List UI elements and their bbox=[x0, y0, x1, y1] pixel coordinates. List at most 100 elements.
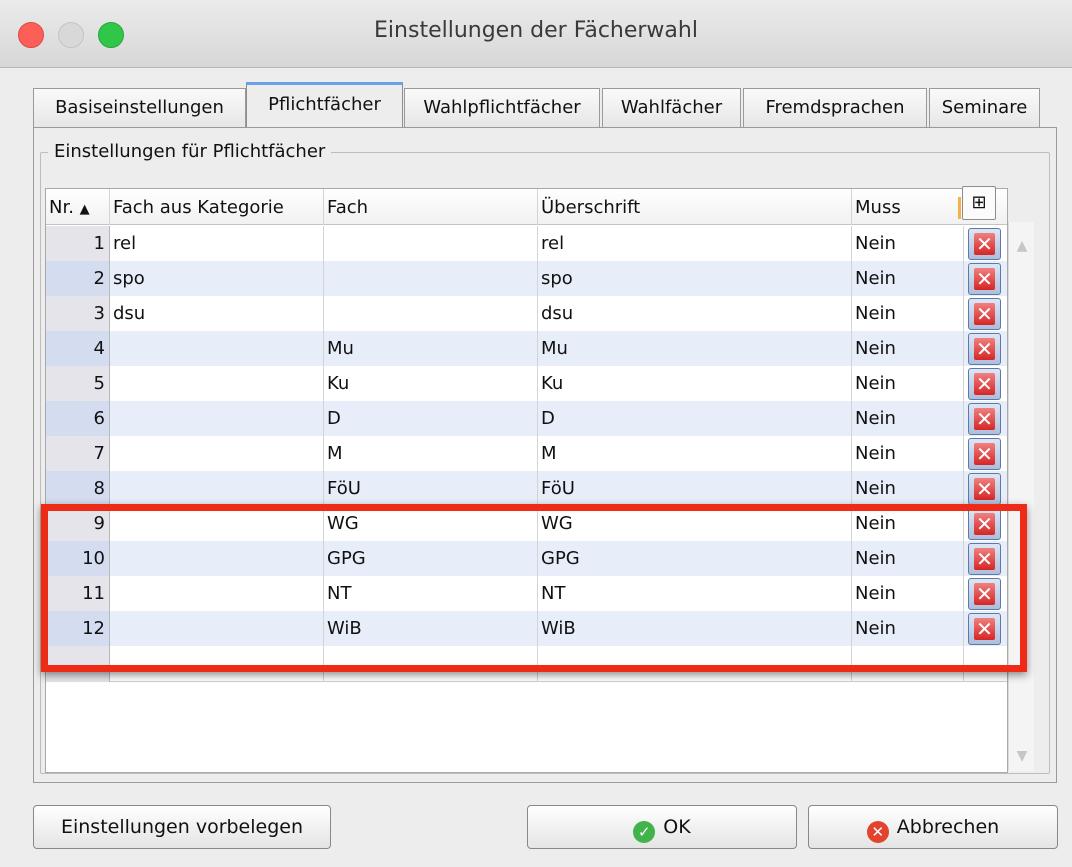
cell-muss[interactable]: Nein bbox=[852, 366, 964, 402]
column-header-ueberschrift[interactable]: Überschrift bbox=[538, 189, 852, 225]
delete-row-button[interactable]: ✕ bbox=[968, 333, 1001, 365]
cell-fach[interactable]: Mu bbox=[324, 331, 538, 367]
cell-fach[interactable]: D bbox=[324, 401, 538, 437]
cell-nr[interactable]: 8 bbox=[46, 471, 110, 507]
column-header-kategorie[interactable]: Fach aus Kategorie bbox=[110, 189, 324, 225]
cell-fach[interactable]: Ku bbox=[324, 366, 538, 402]
cell-ueberschrift[interactable]: dsu bbox=[538, 296, 852, 332]
table-row[interactable]: 10 GPG GPG Nein ✕ bbox=[46, 541, 1007, 577]
cell-ueberschrift[interactable]: FöU bbox=[538, 471, 852, 507]
table-row[interactable]: 6 D D Nein ✕ bbox=[46, 401, 1007, 437]
cell-muss[interactable]: Nein bbox=[852, 576, 964, 612]
cell-muss[interactable]: Nein bbox=[852, 541, 964, 577]
tab-pflichtfaecher[interactable]: Pflichtfächer bbox=[246, 82, 403, 128]
cell-muss[interactable]: Nein bbox=[852, 436, 964, 472]
cell-fach[interactable] bbox=[324, 296, 538, 332]
cell-muss[interactable]: Nein bbox=[852, 331, 964, 367]
preset-settings-button[interactable]: Einstellungen vorbelegen bbox=[33, 805, 331, 849]
cell-ueberschrift[interactable]: D bbox=[538, 401, 852, 437]
cell-nr[interactable]: 11 bbox=[46, 576, 110, 612]
cell-kategorie[interactable]: rel bbox=[110, 226, 324, 262]
table-row[interactable]: 5 Ku Ku Nein ✕ bbox=[46, 366, 1007, 402]
cell-empty[interactable] bbox=[852, 646, 964, 682]
delete-row-button[interactable]: ✕ bbox=[968, 613, 1001, 645]
cell-kategorie[interactable] bbox=[110, 541, 324, 577]
scroll-down-icon[interactable]: ▼ bbox=[1013, 748, 1031, 766]
column-header-fach[interactable]: Fach bbox=[324, 189, 538, 225]
delete-row-button[interactable]: ✕ bbox=[968, 298, 1001, 330]
cell-ueberschrift[interactable]: spo bbox=[538, 261, 852, 297]
cell-muss[interactable]: Nein bbox=[852, 296, 964, 332]
cell-kategorie[interactable]: dsu bbox=[110, 296, 324, 332]
cell-fach[interactable]: WiB bbox=[324, 611, 538, 647]
cell-kategorie[interactable] bbox=[110, 401, 324, 437]
cell-nr[interactable]: 3 bbox=[46, 296, 110, 332]
table-row[interactable]: 8 FöU FöU Nein ✕ bbox=[46, 471, 1007, 507]
table-row[interactable]: 11 NT NT Nein ✕ bbox=[46, 576, 1007, 612]
table-row[interactable]: 1 rel rel Nein ✕ bbox=[46, 226, 1007, 262]
cell-fach[interactable] bbox=[324, 226, 538, 262]
cell-kategorie[interactable] bbox=[110, 331, 324, 367]
cell-kategorie[interactable] bbox=[110, 366, 324, 402]
tab-seminare[interactable]: Seminare bbox=[929, 88, 1040, 128]
cell-fach[interactable] bbox=[324, 261, 538, 297]
delete-row-button[interactable]: ✕ bbox=[968, 578, 1001, 610]
cell-nr[interactable]: 10 bbox=[46, 541, 110, 577]
cell-nr[interactable]: 12 bbox=[46, 611, 110, 647]
cell-ueberschrift[interactable]: WiB bbox=[538, 611, 852, 647]
cell-nr[interactable]: 5 bbox=[46, 366, 110, 402]
table-row[interactable]: 2 spo spo Nein ✕ bbox=[46, 261, 1007, 297]
table-row[interactable]: 9 WG WG Nein ✕ bbox=[46, 506, 1007, 542]
cell-ueberschrift[interactable]: rel bbox=[538, 226, 852, 262]
cell-kategorie[interactable]: spo bbox=[110, 261, 324, 297]
cell-muss[interactable]: Nein bbox=[852, 471, 964, 507]
cell-empty[interactable] bbox=[538, 646, 852, 682]
delete-row-button[interactable]: ✕ bbox=[968, 263, 1001, 295]
cell-nr[interactable]: 6 bbox=[46, 401, 110, 437]
cell-nr[interactable]: 4 bbox=[46, 331, 110, 367]
ok-button[interactable]: ✓ OK bbox=[527, 805, 797, 849]
scroll-up-icon[interactable]: ▲ bbox=[1013, 238, 1031, 256]
delete-row-button[interactable]: ✕ bbox=[968, 508, 1001, 540]
cell-ueberschrift[interactable]: WG bbox=[538, 506, 852, 542]
cell-muss[interactable]: Nein bbox=[852, 611, 964, 647]
cell-fach[interactable]: FöU bbox=[324, 471, 538, 507]
tab-wahlpflichtfaecher[interactable]: Wahlpflichtfächer bbox=[404, 88, 600, 128]
column-header-muss[interactable]: Muss bbox=[852, 189, 964, 225]
tab-wahlfaecher[interactable]: Wahlfächer bbox=[602, 88, 741, 128]
column-chooser-icon[interactable]: ⊞ bbox=[962, 186, 996, 220]
cell-muss[interactable]: Nein bbox=[852, 401, 964, 437]
table-row[interactable]: 12 WiB WiB Nein ✕ bbox=[46, 611, 1007, 647]
table-row[interactable]: 7 M M Nein ✕ bbox=[46, 436, 1007, 472]
cell-empty[interactable] bbox=[324, 646, 538, 682]
delete-row-button[interactable]: ✕ bbox=[968, 228, 1001, 260]
table-row[interactable]: 3 dsu dsu Nein ✕ bbox=[46, 296, 1007, 332]
table-row[interactable]: 4 Mu Mu Nein ✕ bbox=[46, 331, 1007, 367]
cell-fach[interactable]: GPG bbox=[324, 541, 538, 577]
delete-row-button[interactable]: ✕ bbox=[968, 438, 1001, 470]
cell-empty[interactable] bbox=[110, 646, 324, 682]
cell-fach[interactable]: WG bbox=[324, 506, 538, 542]
cell-empty[interactable] bbox=[46, 646, 110, 682]
cell-ueberschrift[interactable]: GPG bbox=[538, 541, 852, 577]
cell-ueberschrift[interactable]: M bbox=[538, 436, 852, 472]
cell-nr[interactable]: 1 bbox=[46, 226, 110, 262]
cell-kategorie[interactable] bbox=[110, 471, 324, 507]
cell-kategorie[interactable] bbox=[110, 611, 324, 647]
cell-kategorie[interactable] bbox=[110, 576, 324, 612]
tab-fremdsprachen[interactable]: Fremdsprachen bbox=[743, 88, 927, 128]
cell-nr[interactable]: 7 bbox=[46, 436, 110, 472]
cell-fach[interactable]: NT bbox=[324, 576, 538, 612]
cell-ueberschrift[interactable]: Ku bbox=[538, 366, 852, 402]
vertical-scrollbar[interactable] bbox=[1008, 222, 1034, 771]
column-header-nr[interactable]: Nr. ▲ bbox=[46, 189, 110, 225]
table-row-empty[interactable] bbox=[46, 646, 1007, 682]
delete-row-button[interactable]: ✕ bbox=[968, 368, 1001, 400]
tab-basiseinstellungen[interactable]: Basiseinstellungen bbox=[33, 88, 246, 128]
cell-kategorie[interactable] bbox=[110, 436, 324, 472]
cell-ueberschrift[interactable]: Mu bbox=[538, 331, 852, 367]
cell-kategorie[interactable] bbox=[110, 506, 324, 542]
cell-muss[interactable]: Nein bbox=[852, 226, 964, 262]
delete-row-button[interactable]: ✕ bbox=[968, 543, 1001, 575]
cell-muss[interactable]: Nein bbox=[852, 506, 964, 542]
